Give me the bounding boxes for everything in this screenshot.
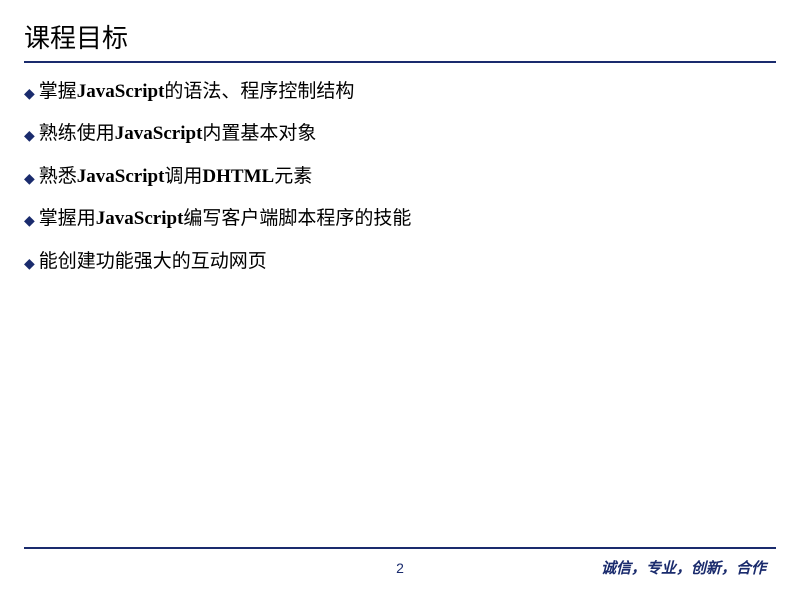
bullet-text-4: 能创建功能强大的互动网页 xyxy=(39,247,267,277)
bullet-icon: ◆ xyxy=(24,252,35,274)
bullet-text-2: 熟悉JavaScript调用DHTML元素 xyxy=(39,162,312,192)
bullet-icon: ◆ xyxy=(24,167,35,189)
bullet-icon: ◆ xyxy=(24,209,35,231)
bullet-icon: ◆ xyxy=(24,124,35,146)
page-number: 2 xyxy=(396,560,404,576)
bullet-icon: ◆ xyxy=(24,82,35,104)
footer-content: 2 诚信，专业，创新，合作 xyxy=(24,557,776,578)
list-item: ◆ 掌握用JavaScript编写客户端脚本程序的技能 xyxy=(24,204,776,234)
list-item: ◆ 熟悉JavaScript调用DHTML元素 xyxy=(24,162,776,192)
list-item: ◆ 掌握JavaScript的语法、程序控制结构 xyxy=(24,77,776,107)
title-divider xyxy=(24,61,776,63)
bullet-text-3: 掌握用JavaScript编写客户端脚本程序的技能 xyxy=(39,204,412,234)
slide-footer: 2 诚信，专业，创新，合作 xyxy=(0,547,800,578)
footer-motto: 诚信，专业，创新，合作 xyxy=(601,557,766,578)
footer-divider xyxy=(24,547,776,549)
list-item: ◆ 熟练使用JavaScript内置基本对象 xyxy=(24,119,776,149)
slide-title: 课程目标 xyxy=(24,18,776,55)
bullet-list: ◆ 掌握JavaScript的语法、程序控制结构 ◆ 熟练使用JavaScrip… xyxy=(24,77,776,277)
bullet-text-1: 熟练使用JavaScript内置基本对象 xyxy=(39,119,317,149)
slide-container: 课程目标 ◆ 掌握JavaScript的语法、程序控制结构 ◆ 熟练使用Java… xyxy=(0,0,800,600)
bullet-text-0: 掌握JavaScript的语法、程序控制结构 xyxy=(39,77,355,107)
list-item: ◆ 能创建功能强大的互动网页 xyxy=(24,247,776,277)
